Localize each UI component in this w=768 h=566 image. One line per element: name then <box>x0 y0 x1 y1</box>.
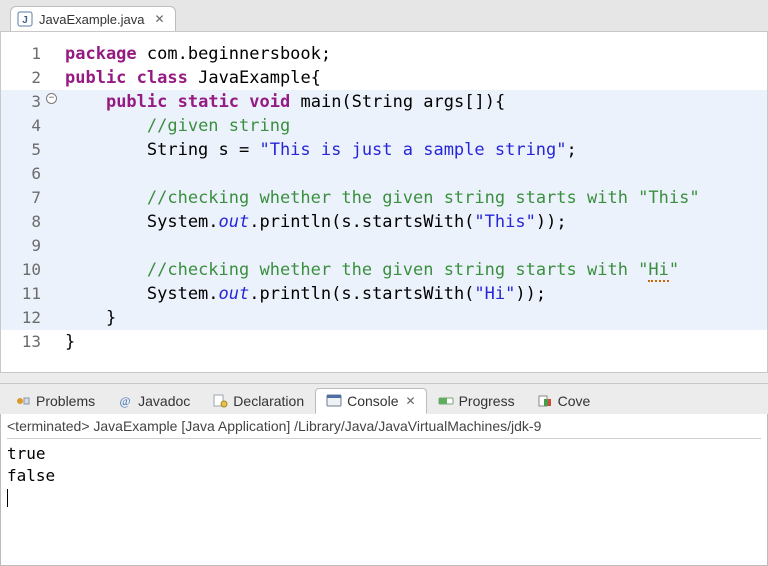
line-number: 13 <box>1 330 51 354</box>
console-launch-title: <terminated> JavaExample [Java Applicati… <box>7 418 761 439</box>
text-cursor <box>7 489 8 507</box>
code-source[interactable]: //checking whether the given string star… <box>51 258 679 282</box>
java-file-icon: J <box>17 11 33 27</box>
progress-icon <box>438 393 454 409</box>
line-number: 10 <box>1 258 51 282</box>
editor-tab-javaexample[interactable]: J JavaExample.java ✕ <box>10 6 176 31</box>
code-source[interactable]: System.out.println(s.startsWith("This"))… <box>51 210 567 234</box>
close-icon[interactable]: ✕ <box>155 12 165 26</box>
code-line[interactable]: 2public class JavaExample{ <box>1 66 767 90</box>
view-tab-label: Cove <box>558 393 591 409</box>
tab-console[interactable]: Console ✕ <box>315 388 426 414</box>
code-line[interactable]: 8 System.out.println(s.startsWith("This"… <box>1 210 767 234</box>
code-line[interactable]: 11 System.out.println(s.startsWith("Hi")… <box>1 282 767 306</box>
code-source[interactable]: String s = "This is just a sample string… <box>51 138 577 162</box>
tab-javadoc[interactable]: @ Javadoc <box>106 388 201 414</box>
code-editor[interactable]: 1package com.beginnersbook;2public class… <box>0 32 768 373</box>
code-source[interactable]: //checking whether the given string star… <box>51 186 700 210</box>
code-line[interactable]: 3− public static void main(String args[]… <box>1 90 767 114</box>
svg-text:J: J <box>22 15 28 26</box>
line-number: 2 <box>1 66 51 90</box>
declaration-icon <box>212 393 228 409</box>
line-number: 3− <box>1 90 51 114</box>
code-source[interactable] <box>51 162 75 186</box>
code-line[interactable]: 5 String s = "This is just a sample stri… <box>1 138 767 162</box>
svg-text:@: @ <box>120 394 131 408</box>
console-icon <box>326 393 342 409</box>
views-tab-bar: Problems @ Javadoc Declaration Console ✕ Progr… <box>0 383 768 414</box>
coverage-icon <box>537 393 553 409</box>
view-tab-label: Progress <box>459 393 515 409</box>
code-line[interactable]: 4 //given string <box>1 114 767 138</box>
tab-problems[interactable]: Problems <box>4 388 106 414</box>
code-source[interactable]: package com.beginnersbook; <box>51 42 331 66</box>
close-icon[interactable]: ✕ <box>406 394 416 408</box>
console-panel: <terminated> JavaExample [Java Applicati… <box>0 414 768 566</box>
code-line[interactable]: 9 <box>1 234 767 258</box>
code-source[interactable]: public class JavaExample{ <box>51 66 321 90</box>
code-source[interactable]: System.out.println(s.startsWith("Hi")); <box>51 282 546 306</box>
line-number: 7 <box>1 186 51 210</box>
code-source[interactable]: } <box>51 306 116 330</box>
line-number: 12 <box>1 306 51 330</box>
view-tab-label: Javadoc <box>138 393 190 409</box>
view-tab-label: Problems <box>36 393 95 409</box>
ide-window: J JavaExample.java ✕ 1package com.beginn… <box>0 0 768 566</box>
line-number: 9 <box>1 234 51 258</box>
fold-toggle-icon[interactable]: − <box>46 93 57 104</box>
problems-icon <box>15 393 31 409</box>
line-number: 5 <box>1 138 51 162</box>
editor-tab-bar: J JavaExample.java ✕ <box>0 0 768 32</box>
view-tab-label: Declaration <box>233 393 304 409</box>
tab-progress[interactable]: Progress <box>427 388 526 414</box>
editor-tab-label: JavaExample.java <box>39 12 145 27</box>
code-line[interactable]: 1package com.beginnersbook; <box>1 42 767 66</box>
code-source[interactable]: } <box>51 330 75 354</box>
line-number: 1 <box>1 42 51 66</box>
tab-declaration[interactable]: Declaration <box>201 388 315 414</box>
code-line[interactable]: 10 //checking whether the given string s… <box>1 258 767 282</box>
code-line[interactable]: 12 } <box>1 306 767 330</box>
code-source[interactable] <box>51 234 75 258</box>
tab-coverage[interactable]: Cove <box>526 388 602 414</box>
line-number: 11 <box>1 282 51 306</box>
code-line[interactable]: 13} <box>1 330 767 354</box>
code-line[interactable]: 7 //checking whether the given string st… <box>1 186 767 210</box>
code-source[interactable]: //given string <box>51 114 290 138</box>
line-number: 8 <box>1 210 51 234</box>
console-output[interactable]: true false <box>7 443 761 509</box>
view-tab-label: Console <box>347 393 398 409</box>
javadoc-icon: @ <box>117 393 133 409</box>
line-number: 4 <box>1 114 51 138</box>
line-number: 6 <box>1 162 51 186</box>
code-line[interactable]: 6 <box>1 162 767 186</box>
code-source[interactable]: public static void main(String args[]){ <box>51 90 505 114</box>
